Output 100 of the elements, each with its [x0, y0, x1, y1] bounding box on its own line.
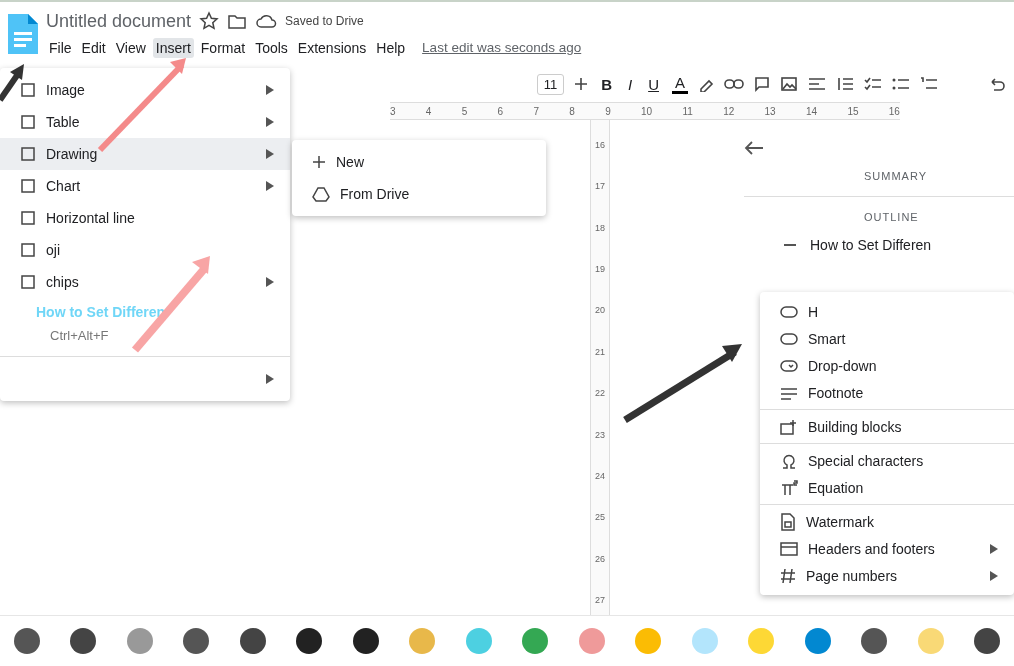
- comment-icon[interactable]: [754, 76, 770, 92]
- save-status: Saved to Drive: [285, 14, 364, 28]
- omega-icon: [780, 452, 798, 469]
- menu-item[interactable]: Table: [0, 106, 290, 138]
- ruler-number: 22: [594, 388, 606, 399]
- menu-item[interactable]: Smart: [760, 325, 1014, 352]
- ruler-number: 10: [641, 105, 653, 117]
- menu-item-icon: [20, 82, 36, 98]
- menu-item[interactable]: New: [292, 146, 546, 178]
- folder-icon[interactable]: [227, 12, 248, 30]
- plus-icon[interactable]: [574, 77, 589, 91]
- ruler-number: 6: [497, 105, 504, 117]
- undo-icon[interactable]: [988, 76, 1006, 92]
- menu-item[interactable]: Building blocks: [760, 413, 1014, 440]
- submenu-caret-icon: [990, 543, 998, 554]
- menu-item[interactable]: Special characters: [760, 447, 1014, 474]
- app-icon[interactable]: [181, 626, 212, 656]
- menu-item[interactable]: Watermark: [760, 508, 1014, 535]
- back-arrow-icon[interactable]: [744, 140, 764, 156]
- app-icon[interactable]: [350, 626, 381, 656]
- align-left-icon[interactable]: [808, 77, 826, 91]
- ruler-number: 25: [594, 512, 606, 523]
- image-icon[interactable]: [780, 76, 798, 92]
- menu-item[interactable]: Insert: [152, 37, 194, 58]
- menu-item[interactable]: File: [46, 37, 75, 58]
- menu-item[interactable]: Equation: [760, 474, 1014, 501]
- font-size-field[interactable]: 11: [536, 73, 565, 95]
- ruler-number: 24: [594, 470, 606, 481]
- menu-item[interactable]: Chart: [0, 170, 290, 202]
- menu-item[interactable]: Headers and footers: [760, 535, 1014, 562]
- menu-item-icon: [20, 114, 36, 130]
- menu-item[interactable]: View: [112, 37, 149, 58]
- app-icon[interactable]: [68, 626, 99, 656]
- app-icon[interactable]: [971, 626, 1002, 656]
- menu-item[interactable]: From Drive: [292, 178, 546, 210]
- menu-item-icon: [20, 146, 36, 162]
- ruler-number: 8: [569, 105, 575, 117]
- ruler-number: 21: [594, 346, 606, 357]
- bulleted-list-icon[interactable]: [892, 77, 910, 91]
- menu-item[interactable]: Drop-down: [760, 352, 1014, 379]
- bold-button[interactable]: B: [598, 75, 615, 93]
- chip-icon: [780, 330, 798, 347]
- text-color-button[interactable]: A: [672, 74, 688, 94]
- line-spacing-icon[interactable]: [836, 77, 854, 91]
- ruler-number: 18: [594, 222, 606, 233]
- link-icon[interactable]: [724, 78, 744, 90]
- checklist-icon[interactable]: [864, 77, 882, 91]
- menu-item[interactable]: Image: [0, 74, 290, 106]
- menu-item-icon: [20, 210, 36, 226]
- dropdown-icon: [780, 357, 798, 374]
- menu-item[interactable]: H: [760, 298, 1014, 325]
- italic-button[interactable]: I: [624, 75, 636, 93]
- outline-heading: OUTLINE: [863, 211, 920, 223]
- menu-item[interactable]: Horizontal line: [0, 202, 290, 234]
- document-title[interactable]: Untitled document: [46, 10, 192, 32]
- outline-item[interactable]: How to Set Differen: [810, 237, 932, 253]
- menu-item[interactable]: Page numbers: [760, 562, 1014, 589]
- last-edit-link[interactable]: Last edit was seconds ago: [422, 40, 582, 55]
- menu-item[interactable]: oji: [0, 234, 290, 266]
- menu-item[interactable]: Tools: [252, 37, 291, 58]
- menu-item[interactable]: chips: [0, 266, 290, 298]
- dash-icon: [784, 243, 796, 247]
- ruler-number: 20: [594, 305, 606, 316]
- menu-item[interactable]: Extensions: [294, 37, 370, 58]
- menu-item[interactable]: Drawing: [0, 138, 290, 170]
- submenu-caret-icon: [266, 117, 274, 127]
- ruler-number: 17: [594, 181, 606, 192]
- app-icon[interactable]: [859, 626, 890, 656]
- submenu-caret-icon: [266, 149, 274, 159]
- outline-link-text: How to Set Differen: [36, 304, 166, 320]
- submenu-caret-icon: [266, 277, 274, 287]
- ruler-number: 16: [888, 105, 900, 117]
- numbered-list-icon[interactable]: [920, 77, 938, 91]
- shortcut-text: Ctrl+Alt+F: [49, 326, 110, 345]
- ruler-number: 4: [425, 105, 432, 117]
- ruler-number: 15: [847, 105, 859, 117]
- underline-button[interactable]: U: [645, 75, 662, 93]
- menu-item[interactable]: Footnote: [760, 379, 1014, 406]
- ruler-number: 16: [594, 140, 606, 150]
- submenu-caret-icon: [990, 570, 998, 581]
- pi-icon: [780, 479, 798, 496]
- building-blocks-icon: [780, 418, 798, 435]
- watermark-icon: [780, 512, 796, 531]
- app-icon[interactable]: [237, 626, 268, 656]
- app-icon[interactable]: [12, 626, 42, 656]
- menu-item[interactable]: Edit: [78, 37, 109, 58]
- ruler-number: 11: [682, 105, 693, 117]
- ruler-number: 14: [805, 105, 818, 117]
- ruler-number: 9: [605, 105, 611, 117]
- ruler-number: 23: [594, 429, 606, 440]
- ruler-number: 26: [594, 553, 606, 564]
- menu-item[interactable]: Help: [373, 37, 409, 58]
- ruler-number: 13: [764, 105, 776, 117]
- ruler-number: 12: [723, 105, 735, 117]
- summary-heading: SUMMARY: [863, 170, 929, 182]
- menu-item[interactable]: Format: [197, 37, 249, 58]
- plus-icon: [312, 155, 326, 169]
- hash-icon: [780, 567, 796, 584]
- star-icon[interactable]: [199, 11, 220, 31]
- app-icon[interactable]: [294, 626, 325, 656]
